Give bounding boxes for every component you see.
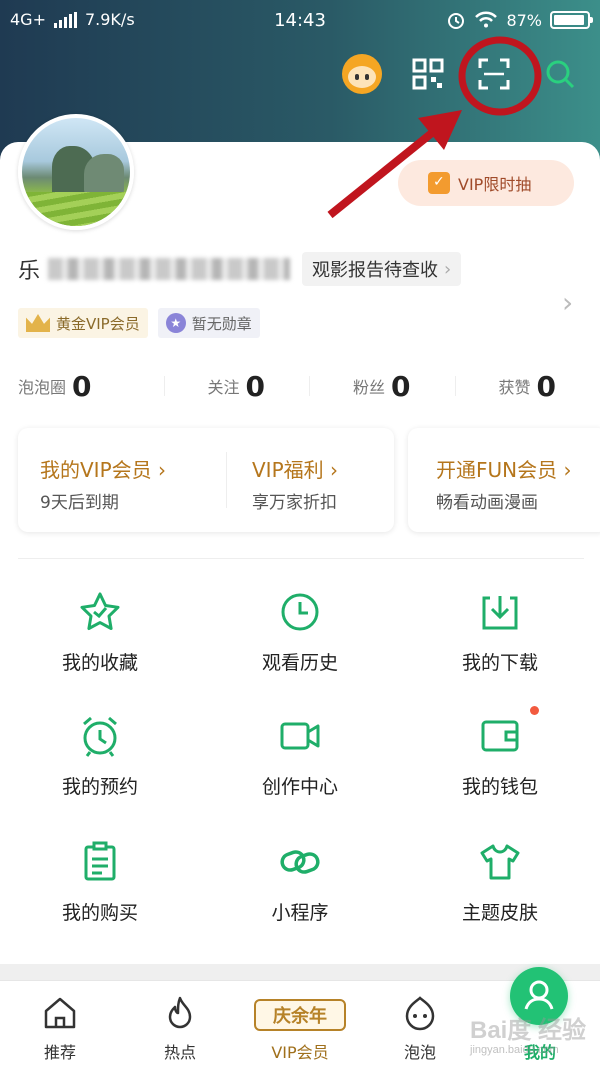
grid-label: 我的预约 [61,776,138,798]
stat-likes[interactable]: 获赞 0 [454,366,600,406]
grid-item-history[interactable]: 观看历史 [200,560,400,684]
grid-label: 观看历史 [261,652,338,674]
vip-card-main: 我的VIP会员 › 9天后到期 VIP福利 › 享万家折扣 [18,428,394,532]
alarm-icon [83,716,117,757]
tab-label: VIP会员 [271,1043,329,1062]
stat-bubble-circle[interactable]: 泡泡圈 0 [0,366,164,406]
gold-vip-badge[interactable]: 黄金VIP会员 [18,308,148,338]
stats-row: 泡泡圈 0 关注 0 粉丝 0 获赞 0 [0,366,600,406]
medal-label: 暂无勋章 [191,314,252,333]
stat-label: 泡泡圈 [18,378,67,397]
scan-icon[interactable] [474,54,514,94]
qr-code-icon[interactable] [408,54,448,94]
download-icon [482,596,518,630]
tab-label: 泡泡 [403,1043,436,1062]
username[interactable]: 乐 [18,252,290,286]
viewing-report-button[interactable]: 观影报告待查收 › [302,252,462,286]
bubble-face-icon [405,996,435,1031]
badge-list: 黄金VIP会员 ★ 暂无勋章 [18,308,260,338]
battery-icon [550,11,593,29]
grid-item-mini-programs[interactable]: 小程序 [200,810,400,934]
grid-item-creator-center[interactable]: 创作中心 [200,684,400,808]
tab-label: 推荐 [43,1043,76,1062]
stat-label: 关注 [207,378,240,397]
stat-following[interactable]: 关注 0 [163,366,310,406]
battery-percent: 87% [506,10,542,30]
mascot-avatar-icon[interactable] [342,54,382,94]
tab-label: 热点 [163,1043,196,1062]
username-text: 乐 [18,259,41,284]
notification-dot [530,706,539,715]
user-avatar[interactable] [18,114,134,230]
profile-chevron-icon[interactable]: › [562,286,573,319]
stat-value: 0 [245,369,265,403]
status-bar: 4G+ 7.9K/s 14:43 87% [0,0,600,42]
stat-label: 获赞 [498,378,531,397]
calendar-check-icon [428,172,450,194]
grid-label: 我的收藏 [61,652,138,674]
alarm-status-icon [448,13,465,29]
crown-icon [26,314,50,332]
grid-item-wallet[interactable]: 我的钱包 [400,684,600,808]
bottom-tab-bar: 推荐 热点 庆余年 VIP会员 泡泡 我的 [0,967,600,1066]
card-divider [226,452,227,508]
vip-benefits-link[interactable]: VIP福利 › [252,454,338,483]
grid-label: 创作中心 [261,776,338,798]
fun-vip-title: 开通FUN会员 › [436,458,572,482]
tab-label: 我的 [523,1043,556,1062]
vip-cards: 我的VIP会员 › 9天后到期 VIP福利 › 享万家折扣 开通FUN会员 › … [18,428,600,532]
vip-draw-label: VIP限时抽 [458,175,532,194]
stat-value: 0 [536,369,556,403]
stat-value: 0 [72,369,92,403]
grid-label: 我的钱包 [461,776,538,798]
medal-badge[interactable]: ★ 暂无勋章 [157,308,260,338]
fun-vip-subtitle: 畅看动画漫画 [436,493,538,513]
user-icon [510,967,568,1025]
chevron-right-icon: › [444,258,452,280]
flame-icon [168,996,192,1029]
gold-vip-label: 黄金VIP会员 [56,314,140,333]
grid-label: 我的下载 [461,652,538,674]
medal-icon: ★ [165,313,186,333]
grid-label: 小程序 [271,902,329,924]
my-vip-link[interactable]: 我的VIP会员 › [40,454,166,483]
vip-benefits-text: 享万家折扣 [252,493,337,513]
wifi-icon [475,11,498,28]
grid-item-reservations[interactable]: 我的预约 [0,684,200,808]
vip-tag-icon: 庆余年 [254,999,346,1031]
vip-expiry-text: 9天后到期 [40,493,119,513]
viewing-report-label: 观影报告待查收 [312,260,438,281]
clock-icon [281,593,319,631]
grid-item-theme-skin[interactable]: 主题皮肤 [400,810,600,934]
grid-item-favorites[interactable]: 我的收藏 [0,560,200,684]
grid-item-purchases[interactable]: 我的购买 [0,810,200,934]
grid-label: 我的购买 [61,902,138,924]
stat-label: 粉丝 [353,378,386,397]
tab-hot[interactable]: 热点 [120,981,240,1066]
vip-draw-button[interactable]: VIP限时抽 [398,160,574,206]
stat-value: 0 [391,369,411,403]
link-icon [280,850,320,874]
tab-mine[interactable]: 我的 [480,967,600,1066]
search-icon[interactable] [540,54,580,94]
tshirt-icon [480,844,520,880]
function-grid: 我的收藏 观看历史 我的下载 我的预约 创作中心 我的钱包 我的购买 小程序 主… [0,560,600,964]
clipboard-icon [84,841,116,881]
divider [18,558,584,559]
grid-label: 主题皮肤 [461,902,538,924]
tab-recommend[interactable]: 推荐 [0,981,120,1066]
header-actions [342,54,580,94]
stat-followers[interactable]: 粉丝 0 [309,366,455,406]
star-icon [80,592,120,630]
wallet-icon [481,720,519,752]
grid-item-downloads[interactable]: 我的下载 [400,560,600,684]
video-camera-icon [280,722,320,750]
tab-vip[interactable]: 庆余年 VIP会员 [240,981,360,1066]
home-icon [44,997,76,1029]
tab-bubble[interactable]: 泡泡 [360,981,480,1066]
fun-vip-card[interactable]: 开通FUN会员 › 畅看动画漫画 [408,428,600,532]
username-blurred [48,258,290,280]
